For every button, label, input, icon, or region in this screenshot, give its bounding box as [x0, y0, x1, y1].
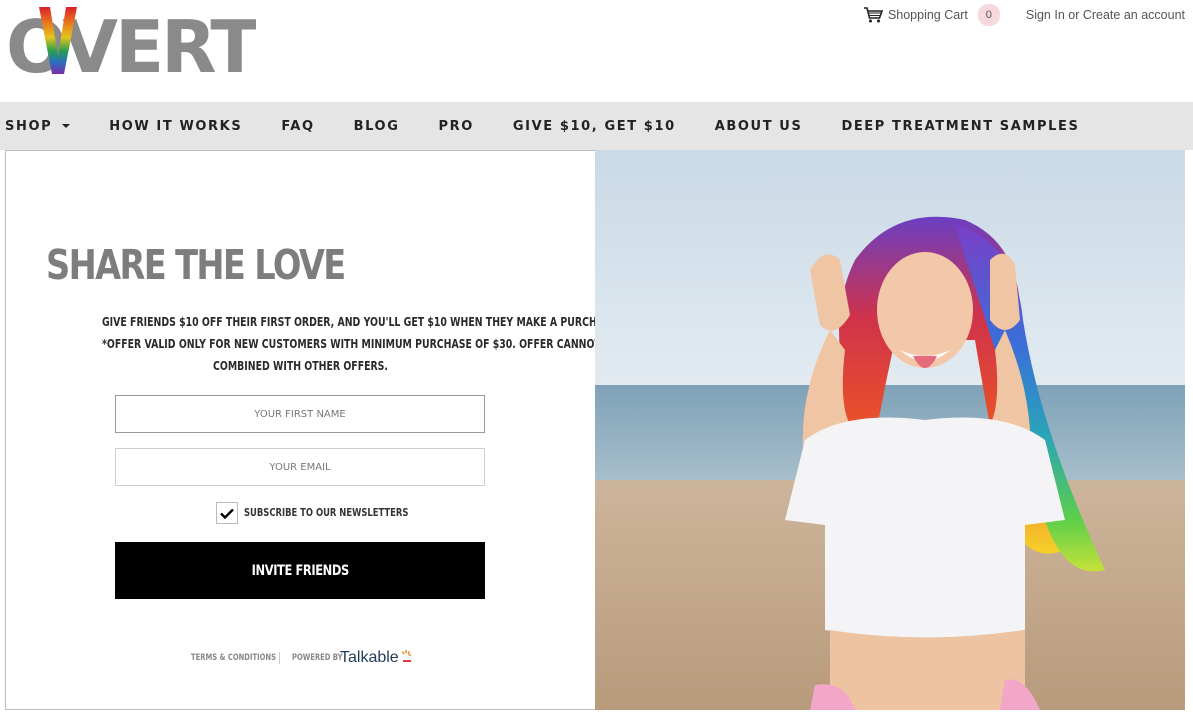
account-or-text: or	[1064, 8, 1083, 22]
invite-friends-button[interactable]: INVITE FRIENDS	[115, 542, 485, 599]
email-input[interactable]	[115, 448, 485, 486]
subscribe-label: SUBSCRIBE TO OUR NEWSLETTERS	[244, 507, 409, 519]
nav-item-pro[interactable]: PRO	[438, 119, 473, 134]
talkable-wordmark: Talkable	[340, 649, 399, 666]
talkable-logo-icon	[401, 650, 411, 662]
nav-item-give-get[interactable]: GIVE $10, GET $10	[513, 119, 676, 134]
nav-item-label: SHOP	[5, 118, 53, 134]
cart-count-badge: 0	[977, 4, 1000, 26]
hero-image	[595, 150, 1185, 710]
hero-photo	[595, 150, 1185, 710]
main-nav: SHOP HOW IT WORKS FAQ BLOG PRO GIVE $10,…	[0, 102, 1193, 150]
cart-label: Shopping Cart	[887, 8, 968, 22]
nav-item-blog[interactable]: BLOG	[354, 119, 400, 134]
nav-item-faq[interactable]: FAQ	[281, 119, 314, 134]
sign-in-link[interactable]: Sign In	[1026, 8, 1065, 22]
powered-by-label: POWERED BY	[292, 653, 343, 663]
footer-divider	[279, 652, 280, 664]
overtone-logo-icon: OVERTONE	[6, 5, 256, 78]
nav-item-deep-treatment-samples[interactable]: DEEP TREATMENT SAMPLES	[841, 119, 1079, 134]
cart-icon	[863, 7, 883, 23]
nav-item-shop[interactable]: SHOP	[5, 118, 71, 134]
checkmark-icon	[220, 508, 234, 519]
page-title: SHARE THE LOVE	[46, 241, 346, 289]
invite-friends-label: INVITE FRIENDS	[251, 562, 349, 579]
nav-item-how-it-works[interactable]: HOW IT WORKS	[109, 119, 242, 134]
description-line: GIVE FRIENDS $10 OFF THEIR FIRST ORDER, …	[101, 315, 621, 329]
caret-down-icon	[62, 124, 71, 128]
create-account-link[interactable]: Create an account	[1083, 8, 1185, 22]
shopping-cart-link[interactable]: Shopping Cart 0	[863, 4, 1000, 26]
subscribe-checkbox[interactable]	[216, 502, 238, 524]
header-utility-bar: Shopping Cart 0 Sign In or Create an acc…	[863, 4, 1185, 26]
nav-item-about-us[interactable]: ABOUT US	[715, 119, 803, 134]
panel-footer: TERMS & CONDITIONS POWERED BY Talkable	[191, 649, 412, 667]
first-name-input[interactable]	[115, 395, 485, 433]
description-line: COMBINED WITH OTHER OFFERS.	[213, 359, 388, 373]
talkable-brand[interactable]: Talkable	[340, 649, 412, 667]
referral-panel: SHARE THE LOVE GIVE FRIENDS $10 OFF THEI…	[5, 150, 621, 710]
brand-logo[interactable]: OVERTONE	[6, 4, 256, 78]
description-line: *OFFER VALID ONLY FOR NEW CUSTOMERS WITH…	[101, 337, 618, 351]
account-links: Sign In or Create an account	[1026, 8, 1185, 22]
terms-link[interactable]: TERMS & CONDITIONS	[191, 653, 276, 663]
subscribe-option: SUBSCRIBE TO OUR NEWSLETTERS	[216, 502, 449, 524]
referral-description: GIVE FRIENDS $10 OFF THEIR FIRST ORDER, …	[46, 311, 621, 377]
